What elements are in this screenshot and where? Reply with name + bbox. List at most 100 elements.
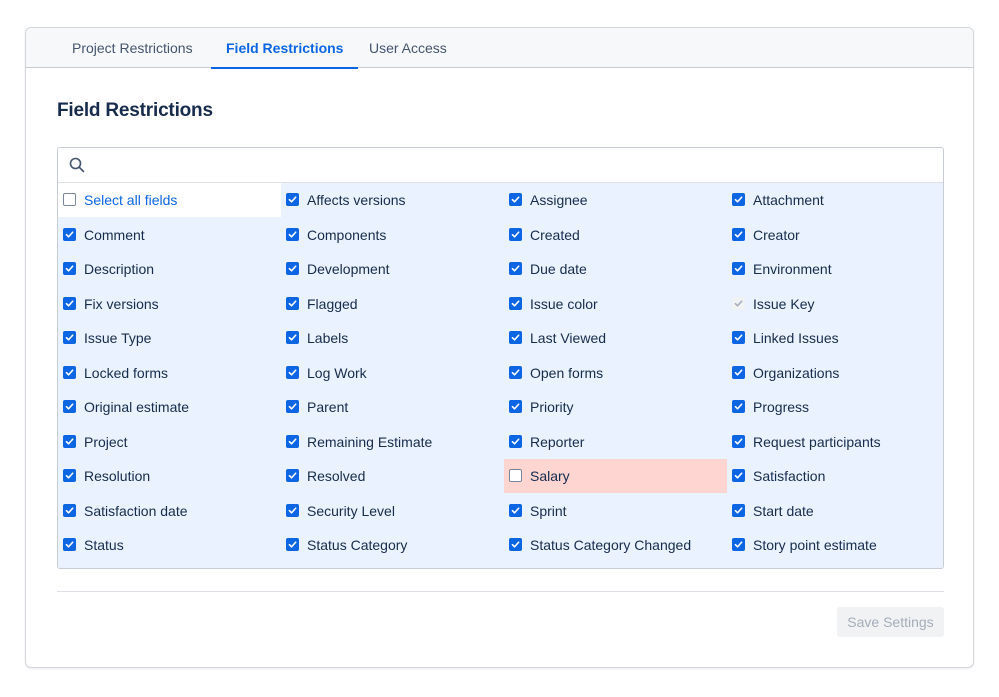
field-start-date[interactable]: Start date [727, 494, 943, 528]
search-input[interactable] [92, 153, 932, 177]
checkbox[interactable] [509, 297, 522, 310]
checkbox[interactable] [63, 297, 76, 310]
field-label: Story point estimate [753, 537, 877, 553]
field-affects-versions[interactable]: Affects versions [281, 183, 504, 217]
tab-user-access[interactable]: User Access [369, 28, 447, 68]
field-label: Labels [307, 330, 349, 346]
field-resolution[interactable]: Resolution [58, 459, 281, 493]
checkbox[interactable] [63, 331, 76, 344]
field-salary[interactable]: Salary [504, 459, 727, 493]
field-linked-issues[interactable]: Linked Issues [727, 321, 943, 355]
field-security-level[interactable]: Security Level [281, 494, 504, 528]
field-progress[interactable]: Progress [727, 390, 943, 424]
field-priority[interactable]: Priority [504, 390, 727, 424]
checkbox[interactable] [509, 435, 522, 448]
field-comment[interactable]: Comment [58, 218, 281, 252]
field-labels[interactable]: Labels [281, 321, 504, 355]
field-components[interactable]: Components [281, 218, 504, 252]
checkbox[interactable] [286, 400, 299, 413]
field-status[interactable]: Status [58, 528, 281, 562]
field-label: Resolved [307, 468, 366, 484]
checkbox[interactable] [732, 228, 745, 241]
save-settings-button[interactable]: Save Settings [837, 607, 944, 637]
field-resolved[interactable]: Resolved [281, 459, 504, 493]
checkbox[interactable] [63, 228, 76, 241]
field-satisfaction-date[interactable]: Satisfaction date [58, 494, 281, 528]
checkbox[interactable] [286, 262, 299, 275]
checkbox[interactable] [732, 504, 745, 517]
checkbox[interactable] [732, 193, 745, 206]
checkbox[interactable] [732, 331, 745, 344]
checkbox[interactable] [286, 504, 299, 517]
checkbox[interactable] [63, 435, 76, 448]
checkbox[interactable] [732, 366, 745, 379]
tab-field-restrictions[interactable]: Field Restrictions [211, 28, 359, 69]
checkbox[interactable] [732, 262, 745, 275]
field-locked-forms[interactable]: Locked forms [58, 356, 281, 390]
checkbox[interactable] [286, 538, 299, 551]
checkbox[interactable] [509, 469, 522, 482]
field-issue-key[interactable]: Issue Key [727, 287, 943, 321]
checkbox[interactable] [509, 262, 522, 275]
tab-project-restrictions[interactable]: Project Restrictions [72, 28, 193, 68]
checkbox[interactable] [63, 193, 76, 206]
checkbox[interactable] [732, 435, 745, 448]
checkbox[interactable] [286, 297, 299, 310]
field-original-estimate[interactable]: Original estimate [58, 390, 281, 424]
field-open-forms[interactable]: Open forms [504, 356, 727, 390]
field-issue-type[interactable]: Issue Type [58, 321, 281, 355]
tab-bar: Project Restrictions Field Restrictions … [26, 28, 973, 69]
field-sprint[interactable]: Sprint [504, 494, 727, 528]
field-fix-versions[interactable]: Fix versions [58, 287, 281, 321]
field-project[interactable]: Project [58, 425, 281, 459]
checkbox[interactable] [509, 504, 522, 517]
field-log-work[interactable]: Log Work [281, 356, 504, 390]
field-environment[interactable]: Environment [727, 252, 943, 286]
checkbox[interactable] [509, 538, 522, 551]
checkbox[interactable] [509, 193, 522, 206]
checkbox[interactable] [63, 538, 76, 551]
field-assignee[interactable]: Assignee [504, 183, 727, 217]
checkbox[interactable] [732, 400, 745, 413]
checkbox[interactable] [63, 400, 76, 413]
field-status-category-changed[interactable]: Status Category Changed [504, 528, 727, 562]
checkbox[interactable] [286, 228, 299, 241]
field-story-point-estimate[interactable]: Story point estimate [727, 528, 943, 562]
checkbox[interactable] [509, 366, 522, 379]
checkbox[interactable] [286, 193, 299, 206]
checkbox[interactable] [63, 469, 76, 482]
checkbox[interactable] [509, 228, 522, 241]
field-created[interactable]: Created [504, 218, 727, 252]
field-description[interactable]: Description [58, 252, 281, 286]
field-request-participants[interactable]: Request participants [727, 425, 943, 459]
checkbox[interactable] [732, 538, 745, 551]
field-issue-color[interactable]: Issue color [504, 287, 727, 321]
field-label: Comment [84, 227, 145, 243]
checkbox[interactable] [732, 469, 745, 482]
field-status-category[interactable]: Status Category [281, 528, 504, 562]
field-remaining-estimate[interactable]: Remaining Estimate [281, 425, 504, 459]
field-attachment[interactable]: Attachment [727, 183, 943, 217]
checkbox[interactable] [286, 331, 299, 344]
checkbox[interactable] [63, 504, 76, 517]
field-label: Parent [307, 399, 349, 415]
checkbox[interactable] [509, 331, 522, 344]
checkbox[interactable] [286, 366, 299, 379]
field-last-viewed[interactable]: Last Viewed [504, 321, 727, 355]
checkbox[interactable] [509, 400, 522, 413]
checkbox[interactable] [286, 435, 299, 448]
field-label: Resolution [84, 468, 151, 484]
field-development[interactable]: Development [281, 252, 504, 286]
select-all-fields[interactable]: Select all fields [58, 183, 281, 217]
field-flagged[interactable]: Flagged [281, 287, 504, 321]
field-creator[interactable]: Creator [727, 218, 943, 252]
checkbox[interactable] [286, 469, 299, 482]
field-label: Assignee [530, 192, 588, 208]
checkbox[interactable] [63, 366, 76, 379]
field-reporter[interactable]: Reporter [504, 425, 727, 459]
field-parent[interactable]: Parent [281, 390, 504, 424]
checkbox[interactable] [63, 262, 76, 275]
field-satisfaction[interactable]: Satisfaction [727, 459, 943, 493]
field-organizations[interactable]: Organizations [727, 356, 943, 390]
field-due-date[interactable]: Due date [504, 252, 727, 286]
